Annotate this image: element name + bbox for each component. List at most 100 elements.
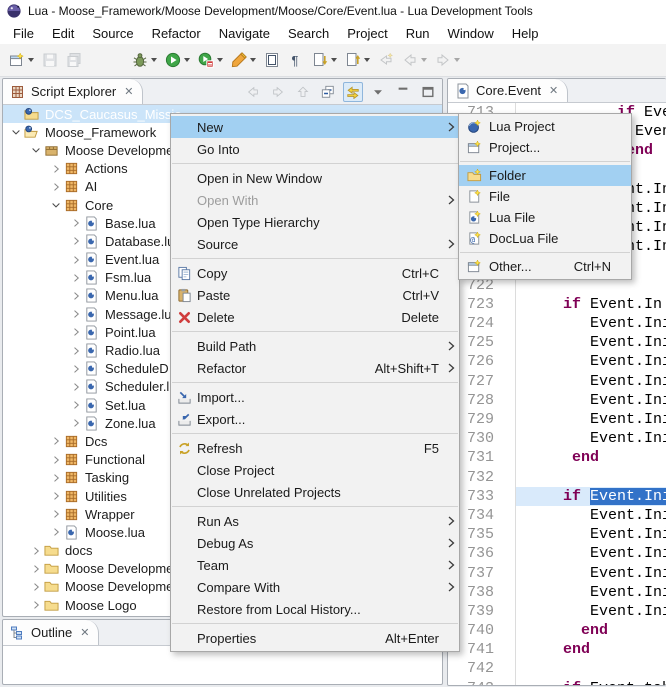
chevron-right-icon[interactable] bbox=[67, 308, 84, 320]
menu-item-close-project[interactable]: Close Project bbox=[171, 459, 459, 481]
menu-item-team[interactable]: Team bbox=[171, 554, 459, 576]
dropdown-arrow-icon[interactable] bbox=[250, 58, 256, 62]
next-annotation-button[interactable] bbox=[308, 48, 341, 72]
chevron-right-icon[interactable] bbox=[67, 399, 84, 411]
menu-item-copy[interactable]: CopyCtrl+C bbox=[171, 262, 459, 284]
menu-item-refactor[interactable]: RefactorAlt+Shift+T bbox=[171, 357, 459, 379]
menu-window[interactable]: Window bbox=[439, 24, 503, 43]
previous-annotation-button[interactable] bbox=[341, 48, 374, 72]
menu-item-open-type-hierarchy[interactable]: Open Type Hierarchy bbox=[171, 211, 459, 233]
menu-item-open-in-new-window[interactable]: Open in New Window bbox=[171, 167, 459, 189]
code-line[interactable]: 727 Event.Ini bbox=[448, 372, 666, 391]
chevron-right-icon[interactable] bbox=[67, 326, 84, 338]
code-line[interactable]: 726 Event.Ini bbox=[448, 352, 666, 371]
open-element-button[interactable] bbox=[260, 48, 284, 72]
menu-file[interactable]: File bbox=[4, 24, 43, 43]
menu-item-debug-as[interactable]: Debug As bbox=[171, 532, 459, 554]
menu-search[interactable]: Search bbox=[279, 24, 338, 43]
chevron-right-icon[interactable] bbox=[67, 417, 84, 429]
chevron-right-icon[interactable] bbox=[67, 217, 84, 229]
close-icon[interactable]: ✕ bbox=[80, 626, 89, 639]
view-menu-button[interactable] bbox=[368, 82, 388, 102]
minimize-button[interactable] bbox=[393, 82, 413, 102]
dropdown-arrow-icon[interactable] bbox=[454, 58, 460, 62]
menu-item-open-with[interactable]: Open With bbox=[171, 189, 459, 211]
dropdown-arrow-icon[interactable] bbox=[151, 58, 157, 62]
menu-item-export[interactable]: Export... bbox=[171, 408, 459, 430]
menu-item-properties[interactable]: PropertiesAlt+Enter bbox=[171, 627, 459, 649]
chevron-right-icon[interactable] bbox=[67, 272, 84, 284]
chevron-right-icon[interactable] bbox=[47, 490, 64, 502]
forward-button[interactable] bbox=[431, 48, 464, 72]
menu-item-paste[interactable]: PasteCtrl+V bbox=[171, 284, 459, 306]
menu-project[interactable]: Project bbox=[338, 24, 396, 43]
show-whitespace-button[interactable]: ¶ bbox=[284, 48, 308, 72]
menu-source[interactable]: Source bbox=[83, 24, 142, 43]
external-tools-button[interactable] bbox=[227, 48, 260, 72]
dropdown-arrow-icon[interactable] bbox=[217, 58, 223, 62]
code-line[interactable]: 723 if Event.In bbox=[448, 295, 666, 314]
maximize-button[interactable] bbox=[418, 82, 438, 102]
menu-edit[interactable]: Edit bbox=[43, 24, 83, 43]
chevron-down-icon[interactable] bbox=[7, 126, 24, 138]
code-line[interactable]: 736 Event.Ini bbox=[448, 544, 666, 563]
code-line[interactable]: 729 Event.Ini bbox=[448, 410, 666, 429]
dropdown-arrow-icon[interactable] bbox=[184, 58, 190, 62]
save-all-button[interactable] bbox=[62, 48, 86, 72]
code-line[interactable]: 742 bbox=[448, 659, 666, 678]
save-button[interactable] bbox=[38, 48, 62, 72]
back-button[interactable] bbox=[398, 48, 431, 72]
menu-item-import[interactable]: Import... bbox=[171, 386, 459, 408]
menu-item-file[interactable]: File bbox=[459, 186, 631, 207]
menu-item-doclua-file[interactable]: @DocLua File bbox=[459, 228, 631, 249]
chevron-right-icon[interactable] bbox=[47, 181, 64, 193]
menu-item-lua-file[interactable]: Lua File bbox=[459, 207, 631, 228]
chevron-right-icon[interactable] bbox=[27, 563, 44, 575]
code-line[interactable]: 728 Event.Ini bbox=[448, 391, 666, 410]
tab-outline[interactable]: Outline ✕ bbox=[3, 620, 99, 645]
chevron-right-icon[interactable] bbox=[67, 235, 84, 247]
chevron-right-icon[interactable] bbox=[47, 472, 64, 484]
code-line[interactable]: 738 Event.Ini bbox=[448, 583, 666, 602]
link-with-editor-button[interactable] bbox=[343, 82, 363, 102]
code-line[interactable]: 735 Event.Ini bbox=[448, 525, 666, 544]
chevron-right-icon[interactable] bbox=[67, 290, 84, 302]
new-wizard-button[interactable] bbox=[5, 48, 38, 72]
menu-item-run-as[interactable]: Run As bbox=[171, 510, 459, 532]
code-line[interactable]: 724 Event.Ini bbox=[448, 314, 666, 333]
last-edit-location-button[interactable] bbox=[374, 48, 398, 72]
chevron-right-icon[interactable] bbox=[47, 435, 64, 447]
code-line[interactable]: 733 if Event.Ini bbox=[448, 487, 666, 506]
menu-item-build-path[interactable]: Build Path bbox=[171, 335, 459, 357]
collapse-all-button[interactable] bbox=[318, 82, 338, 102]
code-line[interactable]: 732 bbox=[448, 468, 666, 487]
menu-refactor[interactable]: Refactor bbox=[143, 24, 210, 43]
menu-navigate[interactable]: Navigate bbox=[210, 24, 279, 43]
chevron-down-icon[interactable] bbox=[27, 144, 44, 156]
menu-item-source[interactable]: Source bbox=[171, 233, 459, 255]
menu-help[interactable]: Help bbox=[503, 24, 548, 43]
code-line[interactable]: 740 end bbox=[448, 621, 666, 640]
chevron-right-icon[interactable] bbox=[27, 545, 44, 557]
chevron-right-icon[interactable] bbox=[67, 254, 84, 266]
tab-script-explorer[interactable]: Script Explorer ✕ bbox=[3, 79, 143, 104]
close-icon[interactable]: ✕ bbox=[549, 84, 558, 97]
code-line[interactable]: 743 if Event.tab bbox=[448, 679, 666, 685]
menu-item-new[interactable]: New bbox=[171, 116, 459, 138]
run-history-button[interactable] bbox=[194, 48, 227, 72]
forward-button[interactable] bbox=[268, 82, 288, 102]
code-line[interactable]: 731 end bbox=[448, 448, 666, 467]
code-line[interactable]: 741 end bbox=[448, 640, 666, 659]
code-line[interactable]: 739 Event.Ini bbox=[448, 602, 666, 621]
dropdown-arrow-icon[interactable] bbox=[421, 58, 427, 62]
menu-item-folder[interactable]: Folder bbox=[459, 165, 631, 186]
chevron-right-icon[interactable] bbox=[27, 581, 44, 593]
menu-item-refresh[interactable]: RefreshF5 bbox=[171, 437, 459, 459]
menu-item-project[interactable]: Project... bbox=[459, 137, 631, 158]
menu-item-other[interactable]: Other...Ctrl+N bbox=[459, 256, 631, 277]
chevron-right-icon[interactable] bbox=[67, 345, 84, 357]
chevron-right-icon[interactable] bbox=[47, 163, 64, 175]
debug-button[interactable] bbox=[128, 48, 161, 72]
dropdown-arrow-icon[interactable] bbox=[331, 58, 337, 62]
close-icon[interactable]: ✕ bbox=[124, 85, 133, 98]
